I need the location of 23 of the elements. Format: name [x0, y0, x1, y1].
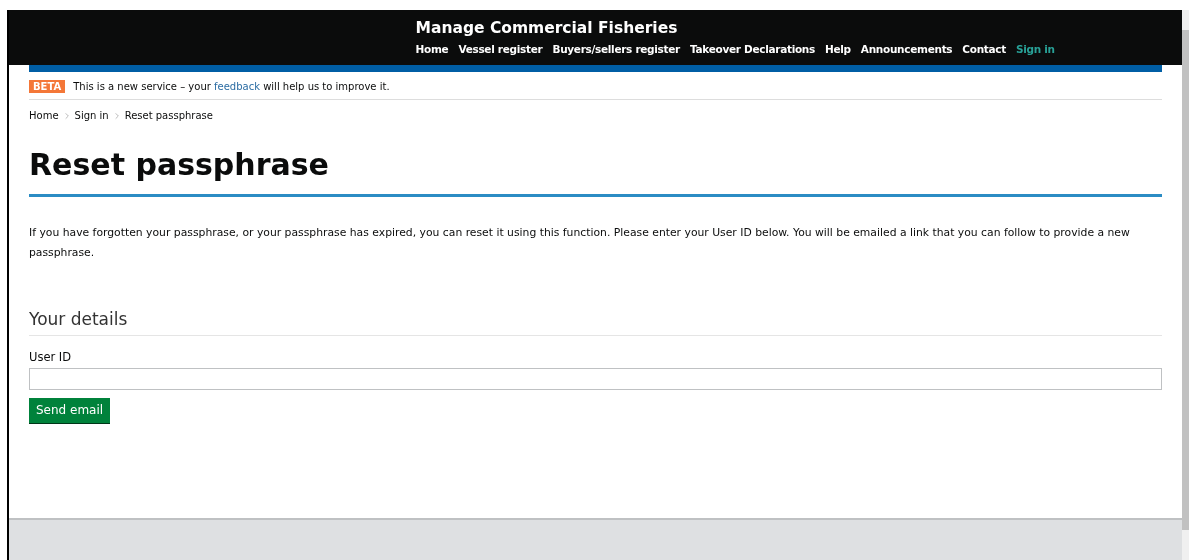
feedback-link[interactable]: feedback	[214, 81, 260, 92]
nav-link[interactable]: Vessel register	[458, 43, 543, 55]
nav-link[interactable]: Contact	[962, 43, 1006, 55]
nav-link[interactable]: Sign in	[1016, 43, 1055, 55]
nav-link[interactable]: Buyers/sellers register	[552, 43, 680, 55]
section-heading: Your details	[29, 309, 1162, 336]
phase-tag: BETA	[29, 80, 66, 93]
nav-link[interactable]: Announcements	[860, 43, 953, 55]
breadcrumb-link[interactable]: Sign in	[74, 110, 109, 121]
page-heading: Reset passphrase	[29, 147, 1162, 197]
nav-link[interactable]: Takeover Declarations	[690, 43, 815, 55]
nav-link[interactable]: Help	[825, 43, 851, 55]
breadcrumb-current: Reset passphrase	[124, 110, 213, 121]
send-email-button[interactable]: Send email	[29, 398, 111, 423]
field-label: User ID	[29, 350, 73, 364]
phase-banner-text: This is a new service – your feedback will help us to improve it.	[73, 81, 390, 92]
user-id-field[interactable]	[29, 368, 1162, 390]
breadcrumb-link[interactable]: Home	[29, 110, 59, 121]
intro-text: If you have forgotten your passphrase, or your passphrase has expired, you can reset it using this function. Please enter your User ID below. You will be emailed a link that you can follow to provide a new passphrase.	[29, 225, 1131, 261]
chevron-icon	[64, 111, 69, 120]
chevron-icon	[114, 111, 119, 120]
service-name[interactable]: Manage Commercial Fisheries	[415, 19, 678, 37]
nav-link[interactable]: Home	[415, 43, 449, 55]
